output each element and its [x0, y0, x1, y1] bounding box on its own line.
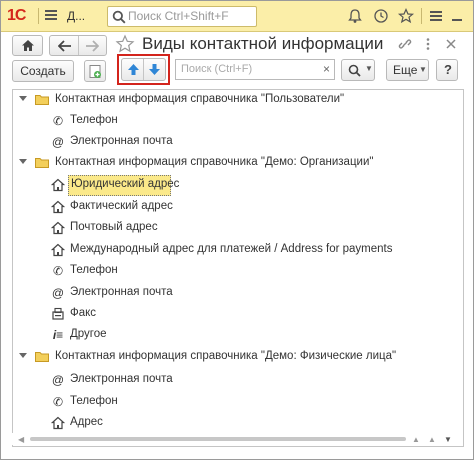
- tree-item-label: Электронная почта: [70, 135, 173, 147]
- scroll-left-icon[interactable]: ◀: [18, 435, 24, 444]
- tree-item[interactable]: ✆ Телефон: [13, 111, 463, 132]
- link-icon[interactable]: [397, 37, 413, 51]
- history-icon[interactable]: [372, 7, 390, 25]
- create-folder-button[interactable]: [84, 60, 106, 82]
- tree-item[interactable]: Факс: [13, 304, 463, 325]
- email-icon: @: [51, 135, 65, 149]
- back-arrow-icon[interactable]: [58, 40, 72, 52]
- global-search-placeholder: Поиск Ctrl+Shift+F: [128, 9, 229, 23]
- tree-item-label: Телефон: [70, 114, 118, 126]
- highlight-frame: [117, 54, 170, 85]
- tree-item-label: Другое: [70, 328, 107, 340]
- folder-icon: [35, 158, 49, 168]
- tree-item[interactable]: ✆ Телефон: [13, 261, 463, 282]
- tree-item[interactable]: ✆ Телефон: [13, 392, 463, 413]
- tree-item-label: Телефон: [70, 395, 118, 407]
- tree-item-label: Международный адрес для платежей / Addre…: [70, 243, 393, 255]
- tree-item[interactable]: Почтовый адрес: [13, 218, 463, 239]
- tree-item[interactable]: @ Электронная почта: [13, 370, 463, 391]
- email-icon: @: [51, 373, 65, 387]
- help-icon: ?: [444, 62, 452, 77]
- info-icon: i≡: [52, 328, 64, 342]
- tree-item-label: Факс: [70, 307, 97, 319]
- tree-group-individuals[interactable]: Контактная информация справочника "Демо:…: [13, 347, 463, 368]
- tree-item-label: Электронная почта: [70, 286, 173, 298]
- tree-item-label: Электронная почта: [70, 373, 173, 385]
- tree-item-label: Юридический адрес: [71, 178, 180, 190]
- search-button[interactable]: ▼: [341, 59, 375, 81]
- minimize-icon[interactable]: [450, 9, 464, 23]
- house-icon: [51, 416, 65, 430]
- more-button[interactable]: Еще ▼: [386, 59, 429, 81]
- tree-item-selected[interactable]: Юридический адрес: [13, 175, 463, 196]
- search-icon: [112, 10, 126, 24]
- forward-arrow-icon[interactable]: [85, 40, 99, 52]
- house-icon: [51, 221, 65, 235]
- clear-search-button[interactable]: ×: [323, 62, 330, 76]
- help-button[interactable]: ?: [436, 59, 458, 81]
- create-button[interactable]: Создать: [12, 60, 74, 82]
- divider: [38, 8, 39, 24]
- divider: [421, 8, 422, 24]
- global-search-input[interactable]: Поиск Ctrl+Shift+F: [107, 6, 257, 27]
- house-icon: [51, 243, 65, 257]
- house-icon: [51, 200, 65, 214]
- tree-item[interactable]: @ Электронная почта: [13, 283, 463, 304]
- more-label: Еще: [393, 63, 418, 77]
- menu-icon[interactable]: [45, 10, 57, 21]
- tree-item-label: Адрес: [70, 416, 103, 428]
- tree-item[interactable]: Фактический адрес: [13, 197, 463, 218]
- house-icon: [51, 178, 65, 192]
- tree-group-label: Контактная информация справочника "Демо:…: [55, 156, 374, 168]
- folder-icon: [35, 95, 49, 105]
- menu-icon[interactable]: [427, 7, 445, 25]
- home-button[interactable]: [12, 35, 43, 56]
- tree-group-users[interactable]: Контактная информация справочника "Польз…: [13, 90, 463, 111]
- chevron-down-icon: ▼: [365, 64, 373, 73]
- home-icon: [22, 40, 34, 51]
- title-bar: 1С Д... Поиск Ctrl+Shift+F: [1, 1, 473, 32]
- tree-group-label: Контактная информация справочника "Демо:…: [55, 350, 397, 362]
- chevron-down-icon: ▼: [419, 65, 427, 74]
- tree-item[interactable]: Международный адрес для платежей / Addre…: [13, 240, 463, 261]
- favorite-star-icon[interactable]: [115, 34, 135, 54]
- phone-icon: ✆: [52, 264, 64, 278]
- tree-item[interactable]: Адрес: [13, 413, 463, 434]
- phone-icon: ✆: [52, 114, 64, 128]
- scroll-up-icon[interactable]: ▲: [428, 435, 436, 444]
- app-title[interactable]: Д...: [67, 9, 85, 23]
- phone-icon: ✆: [52, 395, 64, 409]
- scrollbar-thumb[interactable]: [30, 437, 406, 441]
- tree-item[interactable]: i≡ Другое: [13, 325, 463, 346]
- tree-item[interactable]: @ Электронная почта: [13, 132, 463, 153]
- expand-icon[interactable]: [19, 353, 27, 358]
- app-logo: 1С: [7, 7, 26, 24]
- email-icon: @: [51, 286, 65, 300]
- fax-icon: [52, 307, 64, 320]
- app-window: 1С Д... Поиск Ctrl+Shift+F Виды контактн…: [0, 0, 474, 460]
- tree-list[interactable]: Контактная информация справочника "Польз…: [12, 89, 464, 447]
- scroll-down-icon[interactable]: ▼: [444, 435, 452, 444]
- scroll-first-icon[interactable]: ▲: [412, 435, 420, 444]
- expand-icon[interactable]: [19, 159, 27, 164]
- close-icon[interactable]: [445, 38, 457, 50]
- divider: [78, 36, 79, 55]
- search-placeholder: Поиск (Ctrl+F): [181, 63, 253, 75]
- favorites-icon[interactable]: [397, 7, 415, 25]
- create-group-icon: [89, 65, 101, 78]
- more-vertical-icon[interactable]: [425, 37, 431, 51]
- search-input[interactable]: Поиск (Ctrl+F) ×: [175, 59, 335, 80]
- expand-icon[interactable]: [19, 96, 27, 101]
- tree-item-label: Почтовый адрес: [70, 221, 158, 233]
- tree-group-organizations[interactable]: Контактная информация справочника "Демо:…: [13, 153, 463, 174]
- tree-item-label: Телефон: [70, 264, 118, 276]
- tree-item-label: Фактический адрес: [70, 200, 173, 212]
- page-title: Виды контактной информации: [142, 34, 384, 53]
- horizontal-scrollbar[interactable]: ◀ ▲ ▲ ▼: [12, 433, 462, 445]
- nav-buttons: [49, 35, 107, 56]
- search-icon: [348, 64, 361, 77]
- bell-icon[interactable]: [346, 7, 364, 25]
- tree-group-label: Контактная информация справочника "Польз…: [55, 93, 345, 105]
- folder-icon: [35, 352, 49, 362]
